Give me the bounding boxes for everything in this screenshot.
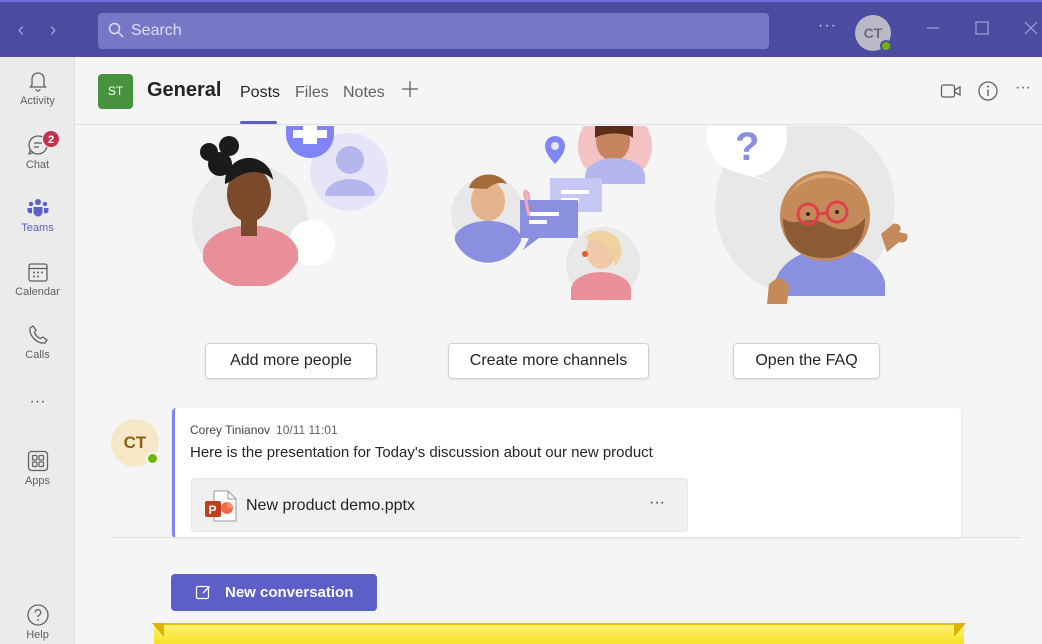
channel-title: General bbox=[147, 79, 222, 101]
rail-label: Activity bbox=[20, 95, 55, 107]
tab-files[interactable]: Files bbox=[295, 84, 329, 102]
new-conversation-button[interactable]: New conversation bbox=[171, 574, 377, 611]
rail-label: Calendar bbox=[15, 286, 60, 298]
bell-icon bbox=[28, 72, 47, 92]
rail-label: Teams bbox=[21, 222, 54, 234]
powerpoint-file-icon: P bbox=[205, 490, 237, 522]
rail-item-calls[interactable]: Calls bbox=[0, 323, 75, 361]
rail-label: Chat bbox=[25, 159, 50, 171]
presence-available-icon bbox=[880, 40, 892, 52]
post-text: Here is the presentation for Today's dis… bbox=[190, 444, 653, 461]
author-avatar[interactable]: CT bbox=[111, 419, 159, 467]
video-call-icon[interactable] bbox=[940, 82, 962, 100]
more-apps-button[interactable]: ··· bbox=[0, 393, 75, 411]
close-icon[interactable] bbox=[1020, 17, 1042, 39]
plus-icon bbox=[402, 81, 418, 97]
forward-arrow-icon[interactable]: › bbox=[44, 20, 62, 40]
teams-icon bbox=[27, 199, 48, 217]
rail-item-activity[interactable]: Activity bbox=[0, 69, 75, 107]
title-bar: ‹ › Search ··· CT bbox=[0, 0, 1042, 57]
user-avatar[interactable]: CT bbox=[855, 15, 892, 52]
minimize-icon[interactable] bbox=[922, 17, 944, 39]
author-initials: CT bbox=[123, 433, 147, 452]
post-timestamp: 10/11 11:01 bbox=[276, 423, 338, 437]
rail-item-teams[interactable]: Teams bbox=[0, 196, 75, 234]
add-people-illustration bbox=[192, 126, 388, 286]
posts-pane: ? Add more people Create more channels O… bbox=[75, 126, 1042, 644]
search-box[interactable]: Search bbox=[98, 13, 769, 49]
compose-icon bbox=[195, 585, 210, 600]
post-message[interactable]: Corey Tinianov 10/11 11:01 Here is the pr… bbox=[172, 408, 961, 538]
rail-label: Help bbox=[26, 629, 49, 641]
more-apps-icon: ··· bbox=[29, 393, 46, 410]
unread-badge: 2 bbox=[42, 130, 60, 148]
apps-icon bbox=[27, 450, 48, 472]
rail-item-chat[interactable]: 2 Chat bbox=[0, 130, 75, 171]
rail-item-help[interactable]: Help bbox=[0, 603, 75, 641]
attachment-name: New product demo.pptx bbox=[246, 497, 415, 514]
rail-item-calendar[interactable]: Calendar bbox=[0, 260, 75, 298]
calendar-icon bbox=[27, 263, 48, 282]
create-more-channels-button[interactable]: Create more channels bbox=[448, 343, 649, 379]
file-attachment[interactable]: P New product demo.pptx ··· bbox=[191, 478, 688, 532]
phone-icon bbox=[28, 325, 48, 344]
add-tab-button[interactable] bbox=[401, 77, 419, 105]
channel-info-icon[interactable] bbox=[977, 80, 999, 102]
settings-more-button[interactable]: ··· bbox=[818, 17, 837, 35]
search-placeholder: Search bbox=[131, 22, 182, 39]
rail-item-apps[interactable]: Apps bbox=[0, 449, 75, 487]
tab-notes[interactable]: Notes bbox=[343, 84, 385, 102]
rail-label: Calls bbox=[25, 349, 50, 361]
active-tab-indicator bbox=[240, 121, 277, 124]
faq-illustration: ? bbox=[707, 126, 908, 304]
back-arrow-icon[interactable]: ‹ bbox=[12, 20, 30, 40]
svg-text:P: P bbox=[209, 503, 217, 517]
more-options-button[interactable]: ··· bbox=[1015, 79, 1031, 97]
svg-text:?: ? bbox=[735, 126, 759, 169]
rail-label: Apps bbox=[24, 475, 51, 487]
attachment-more-button[interactable]: ··· bbox=[649, 494, 665, 512]
add-more-people-button[interactable]: Add more people bbox=[205, 343, 377, 379]
tab-posts[interactable]: Posts bbox=[240, 84, 280, 102]
team-avatar[interactable]: ST bbox=[98, 74, 133, 109]
create-channels-illustration bbox=[451, 126, 652, 301]
help-icon bbox=[26, 604, 49, 626]
channel-header: ST General Posts Files Notes ··· bbox=[75, 57, 1042, 125]
highlight-banner bbox=[152, 623, 966, 644]
maximize-icon[interactable] bbox=[971, 17, 993, 39]
post-meta: Corey Tinianov 10/11 11:01 bbox=[190, 423, 338, 437]
app-rail: Activity 2 Chat Teams Calendar Calls ···… bbox=[0, 57, 75, 644]
open-faq-button[interactable]: Open the FAQ bbox=[733, 343, 880, 379]
divider bbox=[111, 537, 1021, 538]
search-icon bbox=[108, 22, 124, 38]
post-author[interactable]: Corey Tinianov bbox=[190, 423, 270, 437]
new-conversation-label: New conversation bbox=[225, 584, 354, 601]
user-initials: CT bbox=[863, 25, 883, 41]
presence-available-icon bbox=[146, 452, 159, 465]
